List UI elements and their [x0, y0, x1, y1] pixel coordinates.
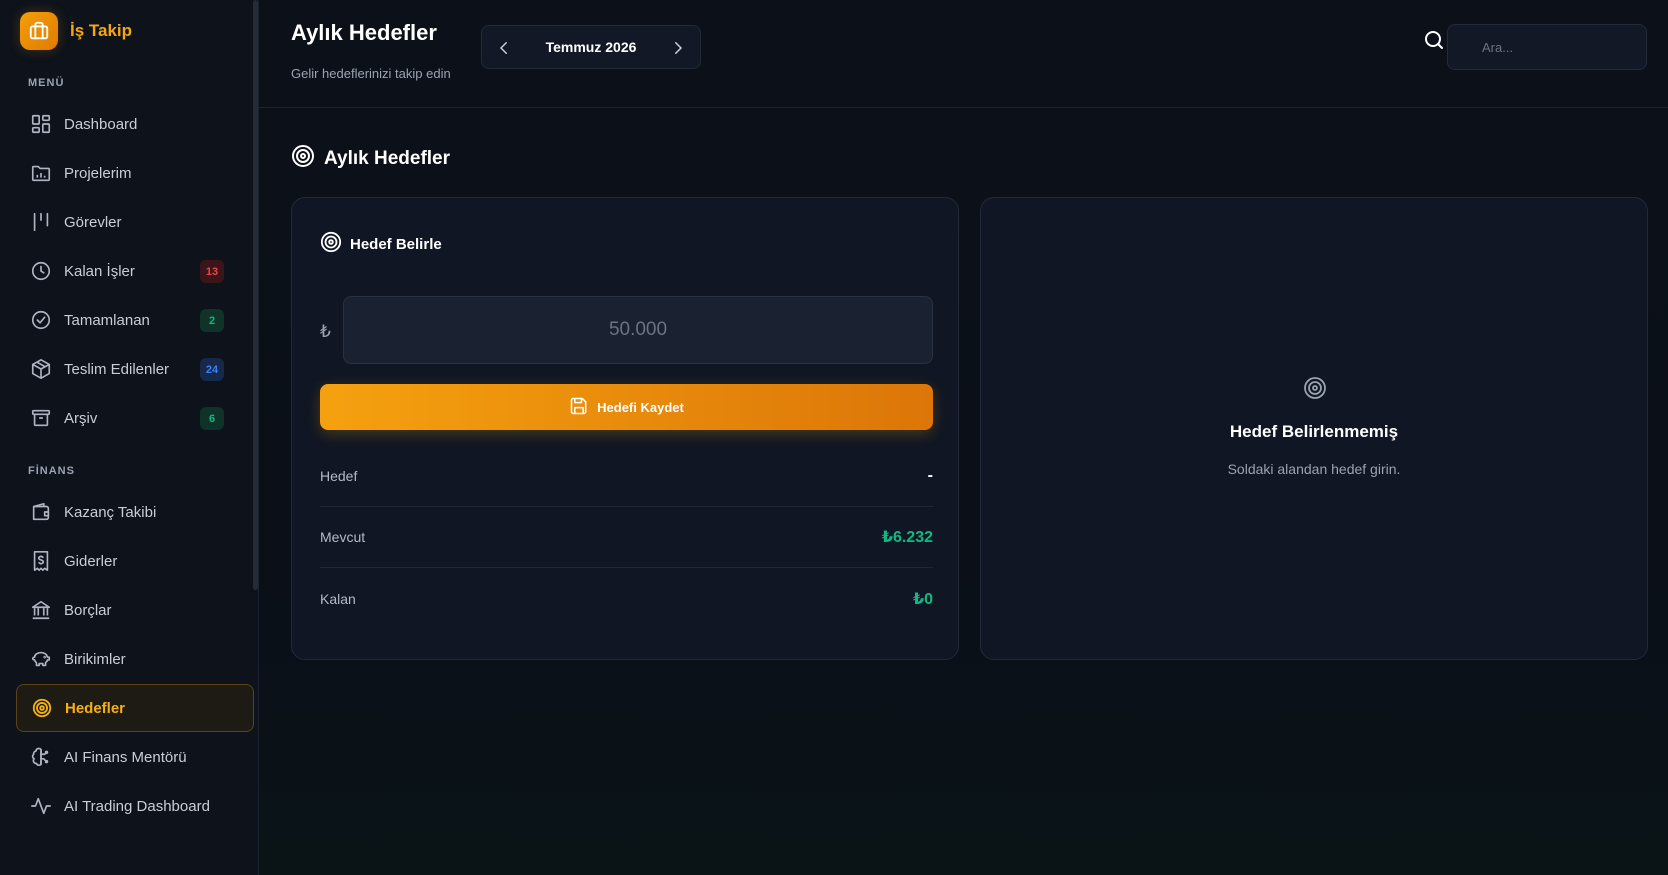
sidebar-item-delivered[interactable]: Teslim Edilenler 24 — [16, 345, 254, 393]
sidebar: İş Takip MENÜ Dashboard Projelerim Görev… — [0, 0, 259, 875]
save-goal-label: Hedefi Kaydet — [597, 399, 684, 415]
brain-icon — [29, 745, 53, 769]
page-subtitle: Gelir hedeflerinizi takip edin — [291, 66, 451, 81]
sidebar-item-dashboard[interactable]: Dashboard — [16, 100, 254, 148]
brand-name: İş Takip — [70, 21, 133, 40]
sidebar-scrollbar[interactable] — [253, 0, 258, 590]
goal-amount-input[interactable] — [343, 296, 933, 364]
sidebar-item-label: Birikimler — [64, 650, 126, 668]
archive-icon — [29, 406, 53, 430]
sidebar-item-label: Hedefler — [65, 699, 126, 717]
sidebar-item-expenses[interactable]: Giderler — [16, 537, 254, 585]
page-title: Aylık Hedefler — [291, 20, 437, 45]
sidebar-item-label: Kazanç Takibi — [64, 503, 157, 521]
sidebar-item-label: AI Finans Mentörü — [64, 748, 187, 766]
sidebar-item-completed[interactable]: Tamamlanan 2 — [16, 296, 254, 344]
sidebar-item-label: Arşiv — [64, 409, 98, 427]
sidebar-item-label: Borçlar — [64, 601, 112, 619]
stat-label: Hedef — [320, 468, 358, 484]
target-icon — [1303, 376, 1327, 405]
menu-section-label: MENÜ — [28, 77, 65, 89]
sidebar-item-label: Kalan İşler — [64, 262, 135, 280]
package-icon — [29, 357, 53, 381]
target-icon — [30, 696, 54, 720]
empty-state-subtitle: Soldaki alandan hedef girin. — [1227, 461, 1401, 477]
finance-section-label: FİNANS — [28, 465, 75, 477]
count-badge: 13 — [200, 260, 224, 283]
sidebar-item-ai-mentor[interactable]: AI Finans Mentörü — [16, 733, 254, 781]
sidebar-item-tasks[interactable]: Görevler — [16, 198, 254, 246]
bank-icon — [29, 598, 53, 622]
stat-row-current: Mevcut ₺6.232 — [320, 507, 933, 568]
sidebar-item-label: Tamamlanan — [64, 311, 150, 329]
goal-status-card: Hedef Belirlenmemiş Soldaki alandan hede… — [980, 197, 1648, 660]
clock-icon — [29, 259, 53, 283]
chevron-right-icon[interactable] — [666, 36, 690, 60]
dashboard-icon — [29, 112, 53, 136]
save-goal-button[interactable]: Hedefi Kaydet — [320, 384, 933, 430]
brand[interactable]: İş Takip — [20, 12, 132, 50]
stat-row-target: Hedef - — [320, 446, 933, 507]
sidebar-item-label: Dashboard — [64, 115, 138, 133]
count-badge: 6 — [200, 407, 224, 430]
target-icon — [320, 231, 342, 257]
stat-label: Mevcut — [320, 529, 366, 545]
section-title-label: Aylık Hedefler — [324, 148, 451, 169]
briefcase-icon — [20, 12, 58, 50]
target-icon — [291, 144, 315, 174]
sidebar-item-remaining[interactable]: Kalan İşler 13 — [16, 247, 254, 295]
sidebar-item-label: Projelerim — [64, 164, 132, 182]
stat-value: ₺0 — [912, 590, 933, 608]
stat-row-remaining: Kalan ₺0 — [320, 568, 933, 629]
sidebar-item-savings[interactable]: Birikimler — [16, 635, 254, 683]
currency-symbol: ₺ — [320, 322, 331, 341]
sidebar-item-label: Giderler — [64, 552, 118, 570]
search-icon[interactable] — [1422, 28, 1446, 57]
sidebar-item-earnings[interactable]: Kazanç Takibi — [16, 488, 254, 536]
stat-label: Kalan — [320, 590, 356, 607]
card-header: Hedef Belirle — [320, 231, 442, 257]
kanban-icon — [29, 210, 53, 234]
stat-value: ₺6.232 — [881, 529, 933, 546]
sidebar-item-archive[interactable]: Arşiv 6 — [16, 394, 254, 442]
folder-chart-icon — [29, 161, 53, 185]
sidebar-item-label: Teslim Edilenler — [64, 360, 170, 378]
save-icon — [569, 396, 589, 419]
sidebar-item-goals[interactable]: Hedefler — [16, 684, 254, 732]
section-title: Aylık Hedefler — [291, 144, 450, 174]
page-header: Aylık Hedefler Gelir hedeflerinizi takip… — [259, 0, 1668, 108]
sidebar-item-label: Görevler — [64, 213, 122, 231]
goal-form-card: Hedef Belirle ₺ Hedefi Kaydet Hedef - Me… — [291, 197, 959, 660]
sidebar-item-projects[interactable]: Projelerim — [16, 149, 254, 197]
sidebar-item-ai-trading[interactable]: AI Trading Dashboard — [16, 782, 254, 830]
sidebar-item-label: AI Trading Dashboard — [64, 797, 210, 815]
sidebar-item-debts[interactable]: Borçlar — [16, 586, 254, 634]
stat-value: - — [927, 467, 933, 484]
piggy-bank-icon — [29, 647, 53, 671]
count-badge: 24 — [200, 358, 224, 381]
receipt-icon — [29, 549, 53, 573]
wallet-icon — [29, 500, 53, 524]
card-title: Hedef Belirle — [350, 235, 442, 253]
count-badge: 2 — [200, 309, 224, 332]
check-circle-icon — [29, 308, 53, 332]
empty-state-title: Hedef Belirlenmemiş — [1229, 422, 1399, 441]
activity-icon — [29, 794, 53, 818]
main-content: Aylık Hedefler Hedef Belirle ₺ Hedefi Ka… — [259, 108, 1668, 875]
month-navigator: Temmuz 2026 — [481, 25, 701, 69]
search-input[interactable] — [1447, 24, 1647, 70]
